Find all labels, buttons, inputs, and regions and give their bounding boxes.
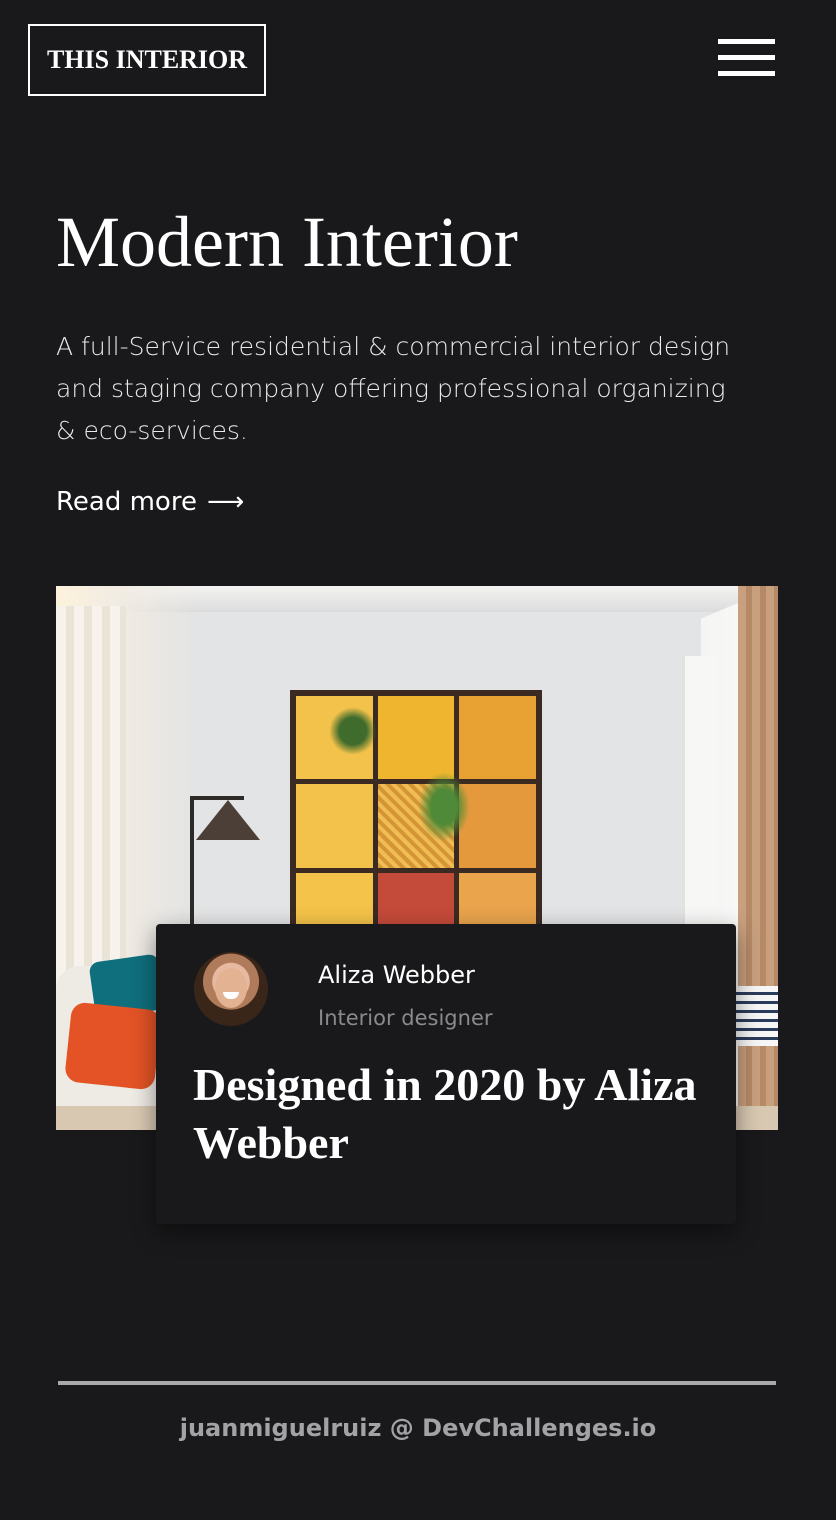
photo-door bbox=[682, 656, 718, 956]
read-more-label: Read more bbox=[56, 487, 197, 517]
read-more-link[interactable]: Read more ⟶ bbox=[56, 484, 244, 520]
hero-description: A full-Service residential & commercial … bbox=[56, 332, 731, 445]
cabinet-cell bbox=[459, 784, 536, 868]
menu-bar bbox=[718, 39, 775, 44]
photo-plant bbox=[330, 706, 376, 756]
designer-card: Aliza Webber Interior designer Designed … bbox=[156, 924, 736, 1224]
arrow-right-icon: ⟶ bbox=[206, 487, 245, 517]
photo-curtain-right bbox=[738, 586, 778, 1130]
card-title: Designed in 2020 by Aliza Webber bbox=[193, 1059, 697, 1168]
photo-books bbox=[732, 986, 778, 1046]
photo-plant bbox=[418, 772, 470, 842]
hero-title: Modern Interior bbox=[56, 202, 518, 282]
footer-credit: juanmiguelruiz @ DevChallenges.io bbox=[179, 1414, 657, 1442]
photo-lamp-arm bbox=[190, 796, 244, 800]
menu-bar bbox=[718, 55, 775, 60]
avatar-face bbox=[215, 968, 247, 1008]
photo-lamp-shade bbox=[196, 800, 260, 840]
hamburger-menu-icon[interactable] bbox=[714, 36, 778, 82]
menu-bar bbox=[718, 71, 775, 76]
page: THIS INTERIOR Modern Interior A full-Ser… bbox=[0, 0, 836, 1520]
author-name: Aliza Webber bbox=[318, 961, 475, 989]
avatar bbox=[194, 952, 268, 1026]
author-role: Interior designer bbox=[318, 1006, 493, 1030]
site-logo[interactable]: THIS INTERIOR bbox=[28, 24, 266, 96]
cabinet-cell bbox=[459, 696, 536, 780]
cabinet-cell bbox=[377, 696, 455, 780]
cabinet-cell bbox=[296, 784, 373, 868]
photo-pillow bbox=[64, 1001, 162, 1091]
footer-divider bbox=[58, 1381, 776, 1385]
